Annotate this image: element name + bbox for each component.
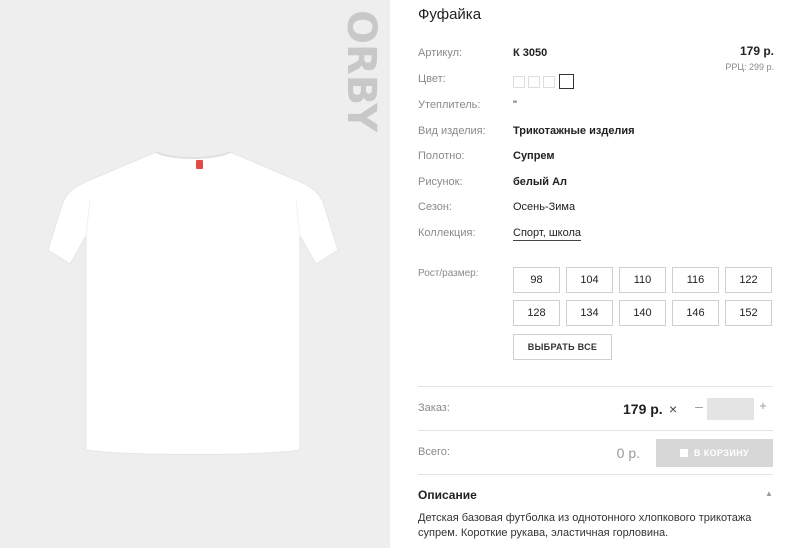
spec-row-insulation: Утеплитель: " [418,99,778,117]
size-option[interactable]: 146 [672,300,719,326]
spec-label: Артикул: [418,47,463,59]
size-option[interactable]: 128 [513,300,560,326]
spec-label: Рисунок: [418,176,463,188]
size-option[interactable]: 110 [619,267,666,293]
size-option[interactable]: 122 [725,267,772,293]
total-label: Всего: [418,446,450,458]
quantity-decrement-button[interactable]: – [692,398,706,418]
spec-row-color: Цвет: [418,73,778,91]
page-title: Фуфайка [418,6,482,23]
size-option[interactable]: 152 [725,300,772,326]
spec-label: Сезон: [418,201,452,213]
spec-row-fabric: Полотно: Супрем [418,150,778,168]
color-swatch-selected[interactable] [559,74,574,89]
order-unit-price: 179 р. [623,401,663,417]
times-icon: × [669,401,678,417]
size-option[interactable]: 104 [566,267,613,293]
spec-row-item-type: Вид изделия: Трикотажные изделия [418,125,778,143]
color-swatch[interactable] [513,76,525,88]
add-to-cart-label: В КОРЗИНУ [693,448,750,458]
spec-value: " [513,99,517,111]
collection-link[interactable]: Спорт, школа [513,227,581,241]
spec-value: Супрем [513,150,555,162]
select-all-sizes-button[interactable]: ВЫБРАТЬ ВСЕ [513,334,612,360]
spec-value: Трикотажные изделия [513,125,635,137]
divider [418,430,773,431]
divider [418,386,773,387]
spec-label: Цвет: [418,73,446,85]
spec-label: Коллекция: [418,227,476,239]
product-image-tshirt [47,151,339,455]
size-option[interactable]: 116 [672,267,719,293]
total-value: 0 р. [616,445,640,461]
description-text: Детская базовая футболка из однотонного … [418,512,752,539]
spec-value: К 3050 [513,47,548,59]
brand-logo: ORBY [338,10,384,133]
color-swatch[interactable] [543,76,555,88]
size-label: Рост/размер: [418,268,479,279]
size-option[interactable]: 140 [619,300,666,326]
spec-row-print: Рисунок: белый Ал [418,176,778,194]
add-to-cart-button[interactable]: В КОРЗИНУ [656,439,773,467]
spec-row-article: Артикул: К 3050 [418,47,778,65]
caret-up-icon[interactable]: ▲ [765,489,773,498]
order-label: Заказ: [418,402,450,414]
spec-value: белый Ал [513,176,568,188]
spec-row-season: Сезон: Осень-Зима [418,201,778,219]
shopping-bag-icon [679,449,688,457]
spec-row-collection: Коллекция: Спорт, школа [418,227,778,245]
size-option[interactable]: 134 [566,300,613,326]
description-title: Описание [418,488,477,502]
quantity-input[interactable] [707,398,754,420]
spec-label: Утеплитель: [418,99,481,111]
size-option[interactable]: 98 [513,267,560,293]
color-swatch[interactable] [528,76,540,88]
divider [418,474,773,475]
product-image-panel[interactable]: ORBY [0,0,390,548]
spec-label: Вид изделия: [418,125,486,137]
spec-label: Полотно: [418,150,465,162]
spec-value: Осень-Зима [513,201,576,213]
product-details: Фуфайка 179 р. РРЦ: 299 р. Артикул: К 30… [418,0,778,548]
quantity-increment-button[interactable]: + [756,398,770,418]
